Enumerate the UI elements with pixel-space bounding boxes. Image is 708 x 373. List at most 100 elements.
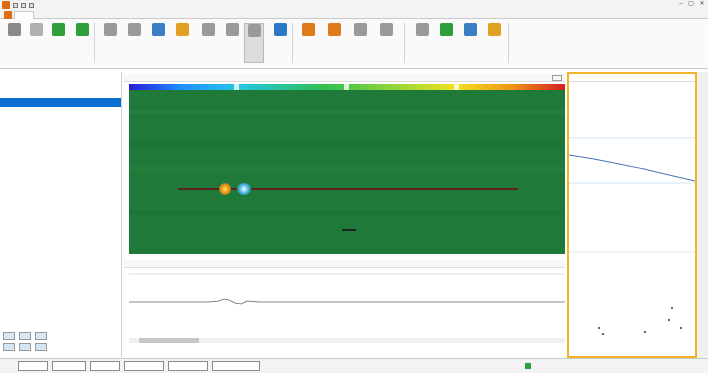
go-icon [51,23,65,36]
ascan-header [124,260,565,268]
ribbon-button-18[interactable] [436,23,456,63]
tree-item-2[interactable] [0,89,121,98]
gate-icon [247,24,261,37]
ribbon-button-12[interactable] [270,23,290,63]
export-icon [151,23,165,36]
ribbon-button-7[interactable] [148,23,168,63]
volume-controls [0,331,122,353]
ribbon-button-17[interactable] [412,23,432,63]
ribbon-button-1[interactable] [4,23,24,63]
indication-hotspot-right[interactable] [237,183,251,195]
ribbon-separator [292,23,293,63]
ascan-plot[interactable] [129,270,565,340]
ribbon-button-9[interactable] [198,23,218,63]
table-icon [463,23,477,36]
ribbon-separator [94,23,95,63]
volume-button-2[interactable] [19,332,31,340]
ribbon-button-3[interactable] [48,23,68,63]
ribbon-separator [508,23,509,63]
report-icon [175,23,189,36]
undo-icon[interactable] [21,2,26,8]
tree-header [0,72,121,80]
ribbon-button-2[interactable] [26,23,46,63]
ribbon-button-10[interactable] [222,23,242,63]
ribbon-button-11[interactable] [244,23,264,63]
ribbon-button-4[interactable] [72,23,92,63]
search-icon [7,23,21,36]
scroll-thumb[interactable] [139,338,199,343]
volume-button-3[interactable] [35,332,47,340]
app-logo-icon [2,1,10,9]
file-menu-icon[interactable] [4,11,12,19]
ribbon-tabs [0,10,708,19]
tree-item-1[interactable] [0,80,121,89]
status-field-5[interactable] [168,361,208,371]
redo-icon[interactable] [29,2,34,8]
ribbon-tab-3[interactable] [84,11,114,19]
pointer-icon [327,23,341,36]
tree-item-selected[interactable] [0,98,121,107]
profile-panel [567,72,697,358]
ribbon-button-6[interactable] [124,23,144,63]
minimize-button[interactable]: – [676,1,686,8]
pencil-icon [225,23,239,36]
status-bar [0,358,708,373]
crosshair-icon [353,23,367,36]
pin-icon [415,23,429,36]
status-field-3[interactable] [90,361,120,371]
indication-hotspot-left[interactable] [219,183,231,195]
ribbon-button-20[interactable] [484,23,504,63]
status-field-6[interactable] [212,361,260,371]
ribbon-tab-5[interactable] [162,11,200,19]
ribbon-button-16[interactable] [376,23,396,63]
volume-button-4[interactable] [3,343,15,351]
volume-button-1[interactable] [3,332,15,340]
ribbon-button-15[interactable] [350,23,370,63]
cscan-title [124,75,130,81]
grid-icon [487,23,501,36]
cscan-image[interactable] [129,90,565,254]
page-icon [103,23,117,36]
camera-icon [439,23,453,36]
status-ok-icon [525,363,531,369]
ribbon-tab-8[interactable] [312,11,372,19]
ribbon-button-13[interactable] [298,23,318,63]
ribbon-button-19[interactable] [460,23,480,63]
indication-mark[interactable] [342,229,356,231]
status-field-1[interactable] [18,361,48,371]
highlight-icon [301,23,315,36]
maximize-button[interactable]: ▢ [686,1,696,8]
profile-chart[interactable] [569,83,695,235]
scan-view [124,72,565,357]
ribbon-tab-6[interactable] [210,11,250,19]
ribbon-tab-7[interactable] [262,11,302,19]
zoom-icon [127,23,141,36]
fullscreen-icon [379,23,393,36]
info-icon [273,23,287,36]
print-icon [201,23,215,36]
ribbon-button-14[interactable] [324,23,344,63]
profile-line [569,154,695,182]
ascan-title [124,261,130,267]
ascan-trace [129,298,565,305]
scatter-chart[interactable] [569,250,695,356]
status-field-2[interactable] [52,361,86,371]
horizontal-scrollbar[interactable] [129,338,565,343]
close-button[interactable]: ✕ [697,1,707,8]
cursor-icon [29,23,43,36]
title-bar: – ▢ ✕ [0,0,708,10]
pane-menu-icon[interactable] [552,75,562,81]
ribbon-tab-2[interactable] [44,11,74,19]
settings-icon [75,23,89,36]
ribbon-toolbar [0,19,708,69]
ribbon-tab-1[interactable] [14,11,34,19]
vertical-scrollbar[interactable] [697,72,708,358]
cscan-header [124,74,565,82]
status-field-4[interactable] [124,361,164,371]
volume-button-5[interactable] [19,343,31,351]
save-icon[interactable] [13,2,18,8]
volume-button-6[interactable] [35,343,47,351]
ribbon-tab-4[interactable] [124,11,152,19]
ribbon-button-5[interactable] [100,23,120,63]
ribbon-button-8[interactable] [172,23,192,63]
